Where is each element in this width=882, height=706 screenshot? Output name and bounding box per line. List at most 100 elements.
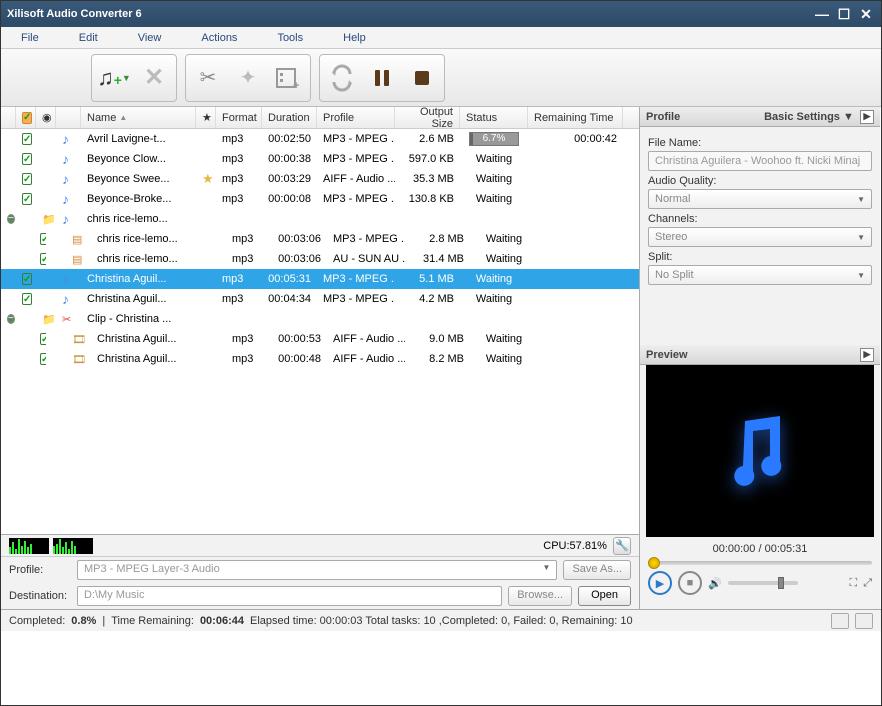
window-title: Xilisoft Audio Converter 6 — [7, 8, 809, 20]
table-row[interactable]: ♪Beyonce-Broke...mp300:00:08MP3 - MPEG .… — [1, 189, 639, 209]
table-row[interactable]: 🎞Christina Aguil...mp300:00:53AIFF - Aud… — [1, 329, 639, 349]
minimize-button[interactable]: — — [813, 7, 831, 21]
filename-field[interactable] — [648, 151, 872, 171]
seek-slider[interactable] — [648, 561, 872, 565]
split-select[interactable]: No Split▼ — [648, 265, 872, 285]
note-icon: ♪ — [56, 129, 81, 149]
destination-field[interactable]: D:\My Music — [77, 586, 502, 606]
preview-area — [646, 365, 874, 537]
statusbar: Completed: 0.8% | Time Remaining: 00:06:… — [1, 609, 881, 631]
row-checkbox[interactable] — [22, 153, 32, 165]
log-button[interactable] — [831, 613, 849, 629]
table-row[interactable]: ▤chris rice-lemo...mp300:03:06AU - SUN A… — [1, 249, 639, 269]
col-format[interactable]: Format — [216, 107, 262, 128]
menu-edit[interactable]: Edit — [79, 32, 98, 44]
doc-icon: ▤ — [66, 231, 91, 248]
menu-help[interactable]: Help — [343, 32, 366, 44]
audioquality-select[interactable]: Normal▼ — [648, 189, 872, 209]
film-icon: 🎞 — [66, 351, 91, 368]
note-icon: ♪ — [56, 289, 81, 309]
row-name: Beyonce Swee... — [81, 171, 196, 187]
row-checkbox[interactable] — [22, 193, 32, 205]
preview-stop-button[interactable]: ■ — [678, 571, 702, 595]
table-row[interactable]: −📁♪chris rice-lemo... — [1, 209, 639, 229]
snapshot-button[interactable]: ⛶ — [849, 577, 857, 590]
menu-actions[interactable]: Actions — [201, 32, 237, 44]
header-check[interactable] — [16, 107, 36, 128]
menu-tools[interactable]: Tools — [277, 32, 303, 44]
pause-button[interactable] — [362, 57, 402, 99]
col-status[interactable]: Status — [460, 107, 528, 128]
row-name: Christina Aguil... — [81, 291, 196, 307]
folder-icon: ♪ — [56, 209, 81, 229]
cpu-settings-button[interactable]: 🔧 — [613, 537, 631, 555]
fullscreen-button[interactable]: ⤢ — [863, 577, 872, 590]
cpu-meter-icon — [9, 538, 49, 554]
doc-icon: ▤ — [66, 251, 91, 268]
audioquality-label: Audio Quality: — [648, 175, 872, 187]
delete-button[interactable]: ✕ — [134, 57, 174, 99]
col-remaining[interactable]: Remaining Time — [528, 107, 623, 128]
add-output-button[interactable]: + — [268, 57, 308, 99]
table-row[interactable]: ♪Beyonce Swee...★mp300:03:29AIFF - Audio… — [1, 169, 639, 189]
profile-select[interactable]: MP3 - MPEG Layer-3 Audio▼ — [77, 560, 557, 580]
menu-file[interactable]: File — [21, 32, 39, 44]
cpu-meter-icon — [53, 538, 93, 554]
play-button[interactable]: ▶ — [648, 571, 672, 595]
row-name: chris rice-lemo... — [91, 251, 206, 267]
report-button[interactable] — [855, 613, 873, 629]
row-name: chris rice-lemo... — [81, 211, 196, 227]
clip-button[interactable]: ✂ — [188, 57, 228, 99]
stop-button[interactable] — [402, 57, 442, 99]
music-note-icon — [725, 411, 795, 491]
row-checkbox[interactable] — [22, 133, 32, 145]
folder-icon: ✂ — [56, 311, 81, 328]
cpu-text: CPU:57.81% — [543, 540, 607, 552]
table-row[interactable]: ♪Beyonce Clow...mp300:00:38MP3 - MPEG ..… — [1, 149, 639, 169]
note-icon: ♪ — [56, 189, 81, 209]
browse-button[interactable]: Browse... — [508, 586, 572, 606]
profile-panel-header: Profile Basic Settings ▼ ▶ — [640, 107, 880, 127]
maximize-button[interactable]: ☐ — [835, 7, 853, 21]
volume-icon[interactable]: 🔊 — [708, 577, 722, 590]
table-row[interactable]: ♪Christina Aguil...mp300:05:31MP3 - MPEG… — [1, 269, 639, 289]
channels-select[interactable]: Stereo▼ — [648, 227, 872, 247]
save-as-button[interactable]: Save As... — [563, 560, 631, 580]
row-name: Clip - Christina ... — [81, 311, 196, 327]
table-row[interactable]: −📁✂Clip - Christina ... — [1, 309, 639, 329]
basic-settings-dropdown[interactable]: Basic Settings ▼ — [764, 111, 854, 123]
row-checkbox[interactable] — [22, 173, 32, 185]
row-name: Christina Aguil... — [91, 331, 206, 347]
row-name: Beyonce Clow... — [81, 151, 196, 167]
row-name: Christina Aguil... — [91, 351, 206, 367]
toolbar: ♫+▼ ✕ ✂ ✦ + — [1, 49, 881, 107]
disc-icon: ◉ — [36, 107, 56, 128]
effects-button[interactable]: ✦ — [228, 57, 268, 99]
film-icon: 🎞 — [66, 331, 91, 348]
destination-label: Destination: — [9, 590, 71, 602]
col-duration[interactable]: Duration — [262, 107, 317, 128]
add-file-button[interactable]: ♫+▼ — [94, 57, 134, 99]
titlebar: Xilisoft Audio Converter 6 — ☐ ✕ — [1, 1, 881, 27]
table-row[interactable]: ♪Christina Aguil...mp300:04:34MP3 - MPEG… — [1, 289, 639, 309]
row-checkbox[interactable] — [22, 273, 32, 285]
col-star[interactable]: ★ — [196, 107, 216, 128]
table-row[interactable]: ▤chris rice-lemo...mp300:03:06MP3 - MPEG… — [1, 229, 639, 249]
row-name: Beyonce-Broke... — [81, 191, 196, 207]
col-name[interactable]: Name ▲ — [81, 107, 196, 128]
close-button[interactable]: ✕ — [857, 7, 875, 21]
col-profile[interactable]: Profile — [317, 107, 395, 128]
panel-next-button[interactable]: ▶ — [860, 110, 874, 124]
row-checkbox[interactable] — [22, 293, 32, 305]
menubar: File Edit View Actions Tools Help — [1, 27, 881, 49]
table-row[interactable]: 🎞Christina Aguil...mp300:00:48AIFF - Aud… — [1, 349, 639, 369]
note-icon: ♪ — [56, 169, 81, 189]
table-row[interactable]: ♪Avril Lavigne-t...mp300:02:50MP3 - MPEG… — [1, 129, 639, 149]
volume-slider[interactable] — [728, 581, 798, 585]
menu-view[interactable]: View — [138, 32, 162, 44]
col-output[interactable]: Output Size — [395, 107, 460, 128]
preview-expand-button[interactable]: ▶ — [860, 348, 874, 362]
convert-button[interactable] — [322, 57, 362, 99]
preview-panel-header: Preview ▶ — [640, 345, 880, 365]
open-button[interactable]: Open — [578, 586, 631, 606]
